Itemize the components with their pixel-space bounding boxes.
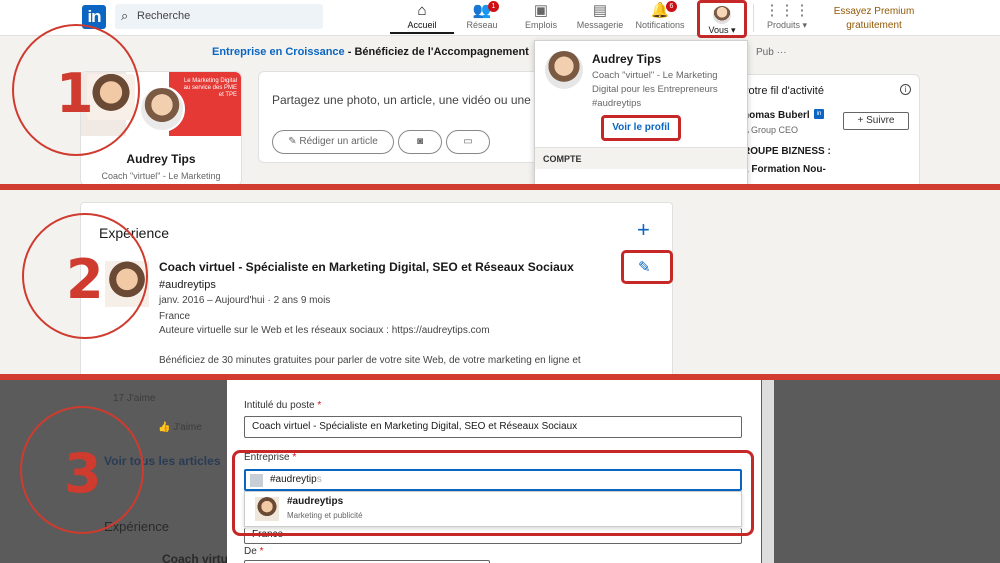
bell-icon: 🔔 [650, 2, 670, 19]
panel-1-feed: in ⌕ Recherche ⌂ Accueil 👥 1 Réseau ▣ Em… [0, 0, 1000, 184]
share-box: Partagez une photo, un article, une vidé… [258, 71, 548, 163]
from-label-text: De [244, 546, 257, 557]
video-button[interactable]: ▭ [446, 130, 490, 154]
nav-network-label: Réseau [466, 20, 498, 30]
nav-home[interactable]: ⌂ Accueil [390, 2, 454, 34]
experience-role: Coach virtuel - Spécialiste en Marketing… [159, 260, 574, 274]
ad-banner-sep: - [344, 46, 355, 58]
cover-caption: Le Marketing Digital au service des PME … [183, 78, 237, 98]
nav-products-label: Produits [766, 20, 800, 30]
info-icon[interactable]: i [900, 84, 911, 95]
profile-subtitle: Coach "virtuel" - Le Marketing [101, 171, 221, 181]
experience-description: Auteure virtuelle sur le Web et les rése… [159, 325, 490, 336]
network-badge: 1 [488, 1, 499, 12]
dates-duration: 2 ans 9 mois [273, 295, 331, 306]
experience-dates: janv. 2016 – Aujourd'hui · 2 ans 9 mois [159, 295, 331, 306]
me-avatar [713, 6, 731, 24]
add-experience-icon[interactable]: + [637, 219, 650, 241]
profile-name[interactable]: Audrey Tips [81, 152, 241, 166]
required-mark: * [259, 546, 264, 557]
suggested-person-name[interactable]: homas Buberl [743, 110, 810, 121]
linkedin-badge-icon: in [814, 109, 824, 119]
follow-button[interactable]: + Suivre [843, 112, 909, 130]
bg-like-label: J'aime [173, 422, 202, 433]
view-profile-button[interactable]: Voir le profil [601, 115, 681, 141]
experience-company: #audreytips [159, 279, 216, 291]
nav-home-label: Accueil [407, 20, 437, 30]
ad-pub-label: Pub ··· [756, 47, 787, 58]
home-icon: ⌂ [417, 2, 427, 19]
bg-likes-count: 17 J'aime [113, 393, 156, 404]
ad-banner-text: Bénéficiez de l'Accompagnement [354, 46, 529, 58]
job-title-label-text: Intitulé du poste [244, 400, 315, 411]
nav-jobs-label: Emplois [524, 20, 557, 30]
nav-me-label: Vous [708, 25, 729, 35]
experience-description-2: Bénéficiez de 30 minutes gratuites pour … [159, 355, 581, 366]
share-prompt[interactable]: Partagez une photo, un article, une vidé… [272, 93, 543, 107]
panel-3-edit-modal: 17 J'aime 👍 J'aime Voir tous les article… [0, 380, 1000, 563]
nav-messaging[interactable]: ▤ Messagerie [568, 2, 632, 34]
account-section-header: COMPTE [535, 147, 747, 169]
experience-card: Expérience + ✎ Coach virtuel - Spécialis… [80, 202, 673, 374]
dropdown-avatar [545, 51, 583, 89]
me-dropdown: Audrey Tips Coach "virtuel" - Le Marketi… [534, 40, 748, 184]
search-box[interactable]: ⌕ Recherche [115, 4, 323, 29]
pencil-icon: ✎ [288, 136, 297, 147]
step-3-number: 3 [64, 442, 102, 505]
suggested-person-subtitle: A Group CEO [743, 125, 799, 135]
bg-like-action: 👍 J'aime [158, 422, 202, 433]
nav-jobs[interactable]: ▣ Emplois [509, 2, 573, 34]
nav-notifications-label: Notifications [635, 20, 685, 30]
dates-range: janv. 2016 – Aujourd'hui [159, 295, 265, 306]
profile-avatar[interactable] [139, 86, 185, 132]
step-1-number: 1 [56, 62, 94, 125]
ad-banner-link[interactable]: Entreprise en Croissance [212, 46, 345, 58]
job-title-label: Intitulé du poste * [244, 400, 321, 411]
messaging-icon: ▤ [592, 2, 608, 19]
pub-text: Pub [756, 47, 774, 58]
suggested-group-sub: 1 Formation Nou- [743, 164, 826, 175]
search-icon: ⌕ [121, 8, 129, 23]
from-label: De * [244, 546, 263, 557]
write-article-label: Rédiger un article [299, 136, 378, 147]
modal-scrollbar[interactable] [762, 380, 774, 563]
nav-messaging-label: Messagerie [576, 20, 624, 30]
company-highlight-box [232, 450, 754, 536]
nav-me[interactable]: Vous ▾ [697, 0, 747, 38]
nav-network[interactable]: 👥 1 Réseau [450, 1, 514, 34]
required-mark: * [317, 400, 322, 411]
search-placeholder: Recherche [137, 10, 191, 22]
panel-2-experience: Expérience + ✎ Coach virtuel - Spécialis… [0, 190, 1000, 374]
notifications-badge: 6 [666, 1, 677, 12]
premium-line1: Essayez Premium [833, 6, 915, 17]
step-2-number: 2 [66, 248, 104, 311]
bg-experience-role: Coach virtue [162, 552, 235, 563]
job-title-input[interactable]: Coach virtuel - Spécialiste en Marketing… [244, 416, 742, 438]
camera-icon: ◙ [416, 136, 424, 147]
write-article-button[interactable]: ✎ Rédiger un article [272, 130, 394, 154]
dropdown-name: Audrey Tips [592, 52, 662, 66]
activity-card: votre fil d'activité i homas Buberl in A… [734, 74, 920, 184]
thumbs-up-icon: 👍 [158, 422, 171, 433]
ad-banner[interactable]: Entreprise en Croissance - Bénéficiez de… [212, 46, 529, 58]
pencil-icon: ✎ [638, 259, 651, 276]
briefcase-icon: ▣ [533, 2, 549, 19]
nav-notifications[interactable]: 🔔 6 Notifications [628, 1, 692, 34]
suggested-group-name[interactable]: ROUPE BIZNESS : [743, 146, 831, 157]
premium-line2: gratuitement [846, 20, 902, 31]
experience-location: France [159, 311, 191, 322]
photo-button[interactable]: ◙ [398, 130, 442, 154]
chevron-down-icon: ▾ [731, 25, 736, 35]
network-icon: 👥 [472, 2, 492, 19]
activity-title: votre fil d'activité [743, 85, 824, 97]
tutorial-composite: in ⌕ Recherche ⌂ Accueil 👥 1 Réseau ▣ Em… [0, 0, 1000, 563]
more-icon[interactable]: ··· [777, 47, 787, 58]
premium-link[interactable]: Essayez Premium gratuitement [826, 5, 922, 33]
top-navbar: in ⌕ Recherche ⌂ Accueil 👥 1 Réseau ▣ Em… [0, 0, 1000, 38]
edit-experience-button[interactable]: ✎ [621, 250, 673, 284]
dropdown-subtitle: Coach "virtuel" - Le Marketing Digital p… [592, 70, 718, 109]
nav-products[interactable]: ⋮⋮⋮ Produits ▾ [752, 2, 822, 34]
grid-icon: ⋮⋮⋮ [764, 2, 810, 19]
video-icon: ▭ [463, 136, 473, 147]
